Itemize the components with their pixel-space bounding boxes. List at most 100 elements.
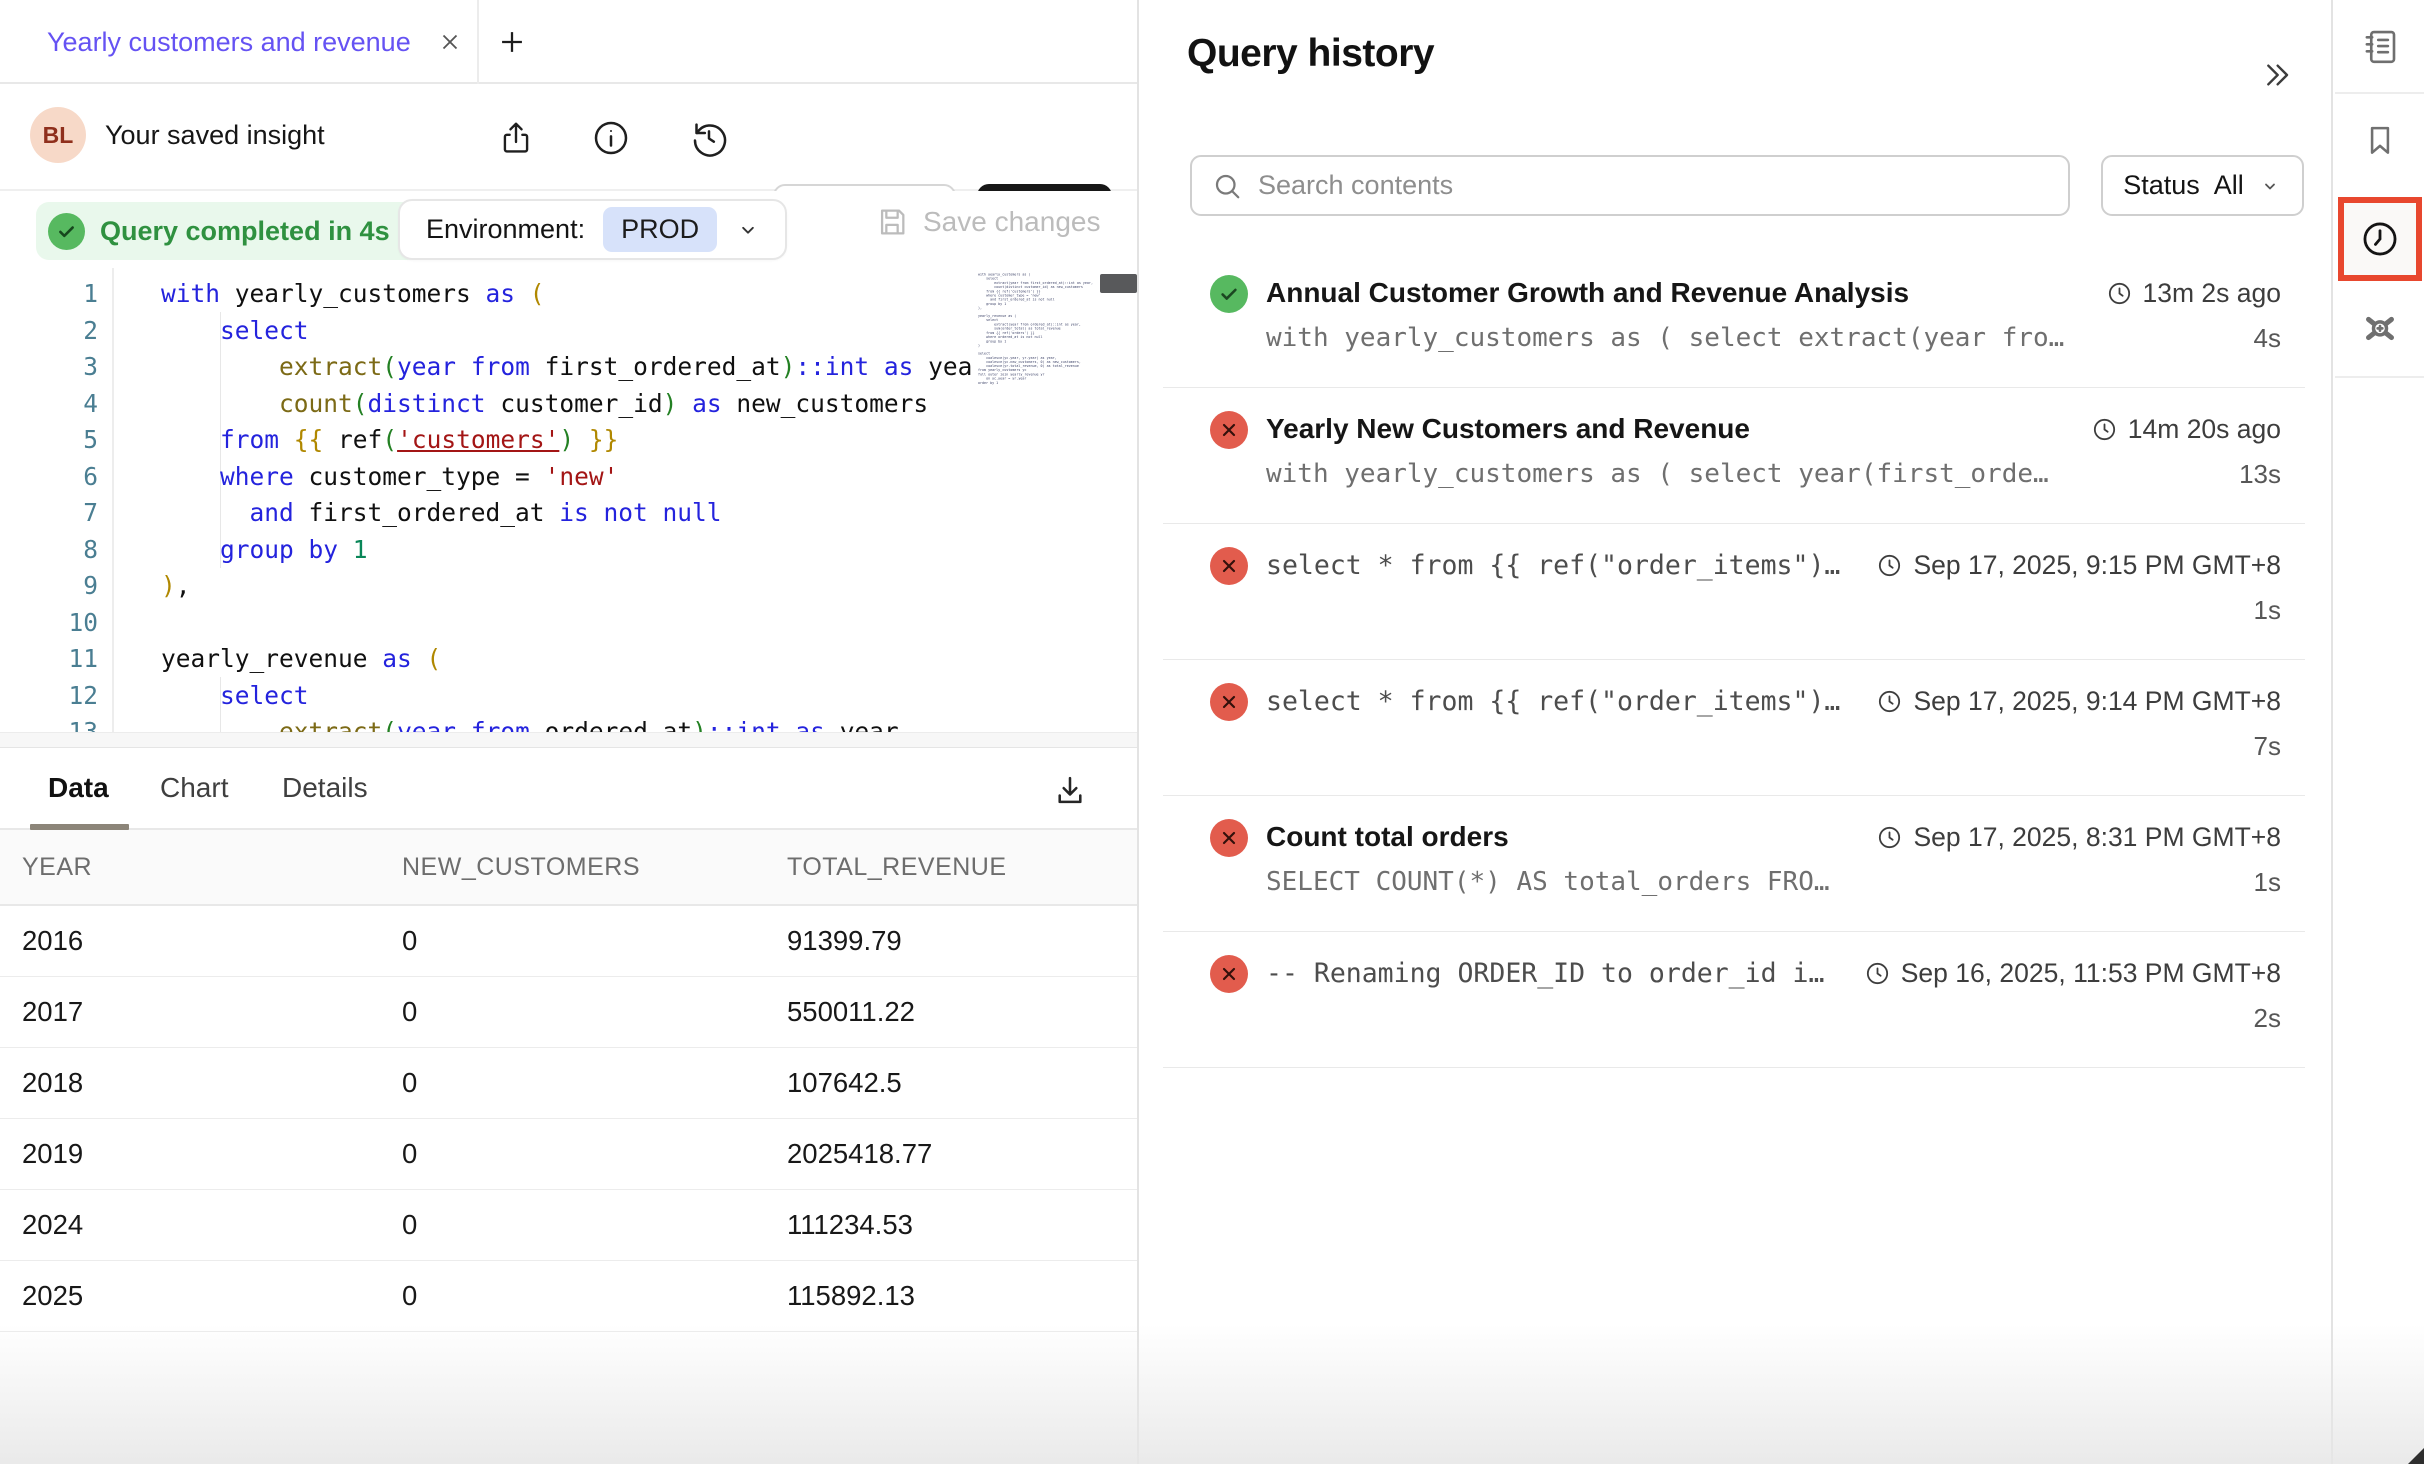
table-cell: 0 <box>402 1067 787 1099</box>
code-line: yearly_revenue as ( <box>161 641 973 678</box>
resize-corner-handle[interactable] <box>2408 1448 2424 1464</box>
status-error-icon <box>1210 955 1248 993</box>
tab-yearly-customers[interactable]: Yearly customers and revenue <box>0 0 463 84</box>
query-history-item[interactable]: Count total orders Sep 17, 2025, 8:31 PM… <box>1163 796 2305 932</box>
close-icon[interactable] <box>437 29 463 55</box>
query-history-list: Annual Customer Growth and Revenue Analy… <box>1139 252 2331 1068</box>
table-row[interactable]: 20240111234.53 <box>0 1190 1137 1261</box>
table-body: 2016091399.7920170550011.2220180107642.5… <box>0 906 1137 1332</box>
tab-chart[interactable]: Chart <box>160 772 228 804</box>
history-icon <box>689 118 729 158</box>
plus-icon <box>495 25 529 59</box>
query-history-item[interactable]: Yearly New Customers and Revenue 14m 20s… <box>1163 388 2305 524</box>
tab-title: Yearly customers and revenue <box>47 27 411 58</box>
gutter-divider <box>112 268 114 732</box>
table-cell: 115892.13 <box>787 1280 1137 1312</box>
table-row[interactable]: 20250115892.13 <box>0 1261 1137 1332</box>
query-history-item[interactable]: select * from {{ ref("order_items")… Sep… <box>1163 524 2305 660</box>
table-row[interactable]: 20180107642.5 <box>0 1048 1137 1119</box>
avatar[interactable]: BL <box>30 107 86 163</box>
editor-code[interactable]: with yearly_customers as ( select extrac… <box>161 276 973 732</box>
query-history-item[interactable]: -- Renaming ORDER_ID to order_id i… Sep … <box>1163 932 2305 1068</box>
query-status-text: Query completed in 4s <box>100 216 390 247</box>
table-cell: 0 <box>402 1280 787 1312</box>
clock-icon <box>1876 552 1903 579</box>
table-row[interactable]: 201902025418.77 <box>0 1119 1137 1190</box>
table-cell: 0 <box>402 1209 787 1241</box>
code-line: extract(year from ordered_at)::int as ye… <box>161 714 973 732</box>
bookmarks-panel-button[interactable] <box>2333 94 2424 186</box>
column-header: NEW_CUSTOMERS <box>402 853 787 882</box>
environment-label: Environment: <box>426 214 585 245</box>
panel-divider[interactable] <box>1137 0 1139 1464</box>
status-success-icon <box>1210 275 1248 313</box>
status-filter-value: All <box>2214 170 2244 201</box>
editor-minimap[interactable]: with yearly_customers as ( select extrac… <box>978 273 1100 728</box>
table-row[interactable]: 20170550011.22 <box>0 977 1137 1048</box>
history-item-body: -- Renaming ORDER_ID to order_id i… Sep … <box>1266 932 2281 1039</box>
clock-icon <box>2091 416 2118 443</box>
code-line <box>161 605 973 642</box>
table-cell: 2024 <box>22 1209 402 1241</box>
history-item-duration: 4s <box>2254 323 2281 354</box>
history-item-duration: 7s <box>2254 731 2281 762</box>
history-item-title: select * from {{ ref("order_items")… <box>1266 686 1840 717</box>
query-status-badge: Query completed in 4s <box>36 202 420 260</box>
history-item-time-wrap: Sep 17, 2025, 9:15 PM GMT+8 <box>1876 550 2281 581</box>
save-changes-label: Save changes <box>923 206 1100 238</box>
environment-value-badge: PROD <box>603 207 717 252</box>
history-item-time-wrap: Sep 17, 2025, 8:31 PM GMT+8 <box>1876 822 2281 853</box>
table-cell: 0 <box>402 996 787 1028</box>
search-icon <box>1212 171 1242 201</box>
save-changes-button[interactable]: Save changes <box>875 205 1100 239</box>
status-filter-label: Status <box>2123 170 2200 201</box>
status-filter-dropdown[interactable]: Status All <box>2101 155 2304 216</box>
history-item-time-wrap: 14m 20s ago <box>2091 414 2281 445</box>
history-item-time-wrap: 13m 2s ago <box>2106 278 2281 309</box>
code-line: ), <box>161 568 973 605</box>
clock-history-icon <box>2359 218 2401 260</box>
environment-selector[interactable]: Environment: PROD <box>398 199 787 260</box>
explore-panel-button[interactable] <box>2333 282 2424 374</box>
results-table: YEARNEW_CUSTOMERSTOTAL_REVENUE 201609139… <box>0 830 1137 1332</box>
table-cell: 107642.5 <box>787 1067 1137 1099</box>
code-line: select <box>161 313 973 350</box>
share-button[interactable] <box>495 117 537 159</box>
tab-details[interactable]: Details <box>282 772 368 804</box>
tab-bar: Yearly customers and revenue <box>0 0 1137 84</box>
table-cell: 2018 <box>22 1067 402 1099</box>
info-button[interactable] <box>590 117 632 159</box>
query-history-item[interactable]: Annual Customer Growth and Revenue Analy… <box>1163 252 2305 388</box>
editor-hscrollbar[interactable] <box>0 732 1137 747</box>
notebook-panel-button[interactable] <box>2333 0 2424 92</box>
info-icon <box>591 118 631 158</box>
code-line: from {{ ref('customers') }} <box>161 422 973 459</box>
history-item-time: Sep 17, 2025, 8:31 PM GMT+8 <box>1913 822 2281 853</box>
rail-divider <box>2335 376 2424 378</box>
history-item-snippet: with yearly_customers as ( select extrac… <box>1266 323 2064 353</box>
tab-data[interactable]: Data <box>48 772 109 804</box>
editor-scrollbar[interactable] <box>1100 274 1137 293</box>
download-results-button[interactable] <box>1046 766 1094 814</box>
version-history-button[interactable] <box>688 117 730 159</box>
new-tab-button[interactable] <box>492 22 532 62</box>
minimap-code: with yearly_customers as ( select extrac… <box>978 273 1099 385</box>
search-input[interactable] <box>1258 170 2048 201</box>
query-history-panel: Query history Status All Annual Customer… <box>1139 0 2331 1464</box>
history-item-time: 14m 20s ago <box>2128 414 2281 445</box>
table-row[interactable]: 2016091399.79 <box>0 906 1137 977</box>
query-history-panel-button[interactable] <box>2338 197 2422 281</box>
clock-icon <box>1864 960 1891 987</box>
query-history-item[interactable]: select * from {{ ref("order_items")… Sep… <box>1163 660 2305 796</box>
history-item-body: select * from {{ ref("order_items")… Sep… <box>1266 660 2281 767</box>
collapse-panel-button[interactable] <box>2257 55 2297 95</box>
code-line: and first_ordered_at is not null <box>161 495 973 532</box>
results-tab-bar: Data Chart Details <box>0 747 1137 830</box>
table-cell: 0 <box>402 925 787 957</box>
history-item-duration: 1s <box>2254 595 2281 626</box>
column-header: YEAR <box>22 853 402 882</box>
sql-editor[interactable]: 12345678910111213 with yearly_customers … <box>0 268 1137 732</box>
history-item-body: select * from {{ ref("order_items")… Sep… <box>1266 524 2281 631</box>
history-item-title: select * from {{ ref("order_items")… <box>1266 550 1840 581</box>
table-cell: 2019 <box>22 1138 402 1170</box>
